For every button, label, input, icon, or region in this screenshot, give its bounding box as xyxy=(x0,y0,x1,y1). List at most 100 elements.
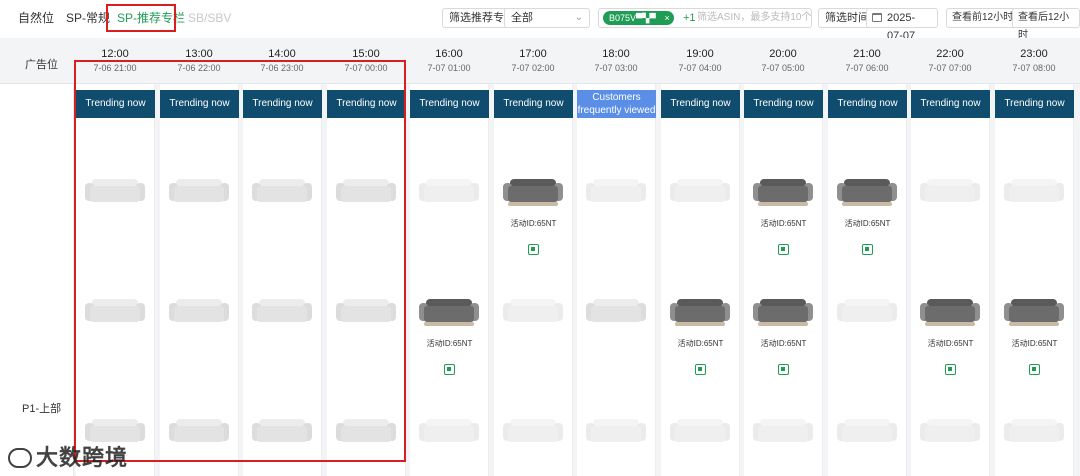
tab-organic[interactable]: 自然位 xyxy=(16,8,56,28)
placement-badge: Trending now xyxy=(744,90,823,118)
asin-placeholder: 筛选ASIN，最多支持10个 xyxy=(697,12,812,23)
product-thumbnail[interactable] xyxy=(919,416,981,450)
product-thumbnail[interactable] xyxy=(251,176,313,210)
product-thumbnail[interactable] xyxy=(669,416,731,450)
product-thumbnail[interactable] xyxy=(335,296,397,330)
product-thumbnail[interactable] xyxy=(669,296,731,330)
product-thumbnail[interactable] xyxy=(251,416,313,450)
asin-chip[interactable]: B075V▀▚▀ × xyxy=(603,11,674,25)
column-date: 7-07 06:00 xyxy=(845,63,889,73)
column-date: 7-07 03:00 xyxy=(594,63,638,73)
time-column: Trending now 活动ID:65NT xyxy=(410,84,489,476)
activity-id-label: 活动ID:65NT xyxy=(677,339,724,348)
product-thumbnail[interactable] xyxy=(752,296,814,330)
product-thumbnail[interactable] xyxy=(418,296,480,330)
tab-sp-regular[interactable]: SP-常规 xyxy=(64,8,112,28)
recommend-select[interactable]: 全部 ⌄ xyxy=(504,8,590,28)
activity-id-label: 活动ID:65NT xyxy=(1011,339,1058,348)
tab-sp-recommended[interactable]: SP-推荐专栏 xyxy=(115,8,187,28)
product-thumbnail[interactable] xyxy=(836,176,898,210)
column-header: 21:00 7-07 06:00 xyxy=(825,38,909,84)
product-thumbnail[interactable] xyxy=(836,296,898,330)
product-thumbnail[interactable] xyxy=(168,416,230,450)
time-column: Trending now xyxy=(243,84,322,476)
product-thumbnail[interactable] xyxy=(1003,176,1065,210)
product-thumbnail[interactable] xyxy=(752,176,814,210)
asin-extra-count: +1 xyxy=(683,12,696,24)
activity-link-icon[interactable] xyxy=(528,244,539,255)
column-date: 7-07 04:00 xyxy=(678,63,722,73)
date-picker[interactable]: 2025-07-07 xyxy=(866,8,938,42)
column-header: 15:00 7-07 00:00 xyxy=(324,38,408,84)
activity-link-icon[interactable] xyxy=(862,244,873,255)
column-header: 23:00 7-07 08:00 xyxy=(992,38,1076,84)
product-thumbnail[interactable] xyxy=(1003,296,1065,330)
column-hour: 13:00 xyxy=(185,48,213,60)
time-column: Trending now 活动ID:65NT xyxy=(661,84,740,476)
activity-link-icon[interactable] xyxy=(778,364,789,375)
product-thumbnail[interactable] xyxy=(919,176,981,210)
product-thumbnail[interactable] xyxy=(919,296,981,330)
next-12h-button[interactable]: 查看后12小时 xyxy=(1012,8,1080,41)
column-hour: 21:00 xyxy=(853,48,881,60)
time-column: Trending now 活动ID:65NT xyxy=(995,84,1074,476)
row-label-column: P1-上部 xyxy=(0,84,74,476)
column-hour: 16:00 xyxy=(435,48,463,60)
product-thumbnail[interactable] xyxy=(335,176,397,210)
activity-id-label: 活动ID:65NT xyxy=(844,219,891,228)
activity-id-label: 活动ID:65NT xyxy=(510,219,557,228)
activity-link-icon[interactable] xyxy=(444,364,455,375)
placement-badge: Trending now xyxy=(243,90,322,118)
time-column: Trending now xyxy=(160,84,239,476)
placement-badge: Trending now xyxy=(160,90,239,118)
product-thumbnail[interactable] xyxy=(251,296,313,330)
placement-badge: Trending now xyxy=(494,90,573,118)
product-thumbnail[interactable] xyxy=(84,296,146,330)
asin-filter-input[interactable]: B075V▀▚▀ × +1 筛选ASIN，最多支持10个 xyxy=(598,8,812,28)
product-thumbnail[interactable] xyxy=(669,176,731,210)
watermark-logo: 大数跨境 xyxy=(8,440,128,472)
column-header: 16:00 7-07 01:00 xyxy=(407,38,491,84)
column-date: 7-07 05:00 xyxy=(761,63,805,73)
product-thumbnail[interactable] xyxy=(335,416,397,450)
product-thumbnail[interactable] xyxy=(418,176,480,210)
column-date: 7-07 01:00 xyxy=(427,63,471,73)
column-hour: 14:00 xyxy=(268,48,296,60)
product-thumbnail[interactable] xyxy=(502,416,564,450)
product-thumbnail[interactable] xyxy=(84,176,146,210)
product-thumbnail[interactable] xyxy=(168,176,230,210)
product-thumbnail[interactable] xyxy=(585,296,647,330)
product-thumbnail[interactable] xyxy=(585,416,647,450)
activity-link-icon[interactable] xyxy=(945,364,956,375)
column-hour: 15:00 xyxy=(352,48,380,60)
activity-link-icon[interactable] xyxy=(1029,364,1040,375)
column-header: 17:00 7-07 02:00 xyxy=(491,38,575,84)
activity-id-label: 活动ID:65NT xyxy=(760,339,807,348)
product-thumbnail[interactable] xyxy=(752,416,814,450)
product-thumbnail[interactable] xyxy=(502,176,564,210)
product-thumbnail[interactable] xyxy=(836,416,898,450)
activity-link-icon[interactable] xyxy=(778,244,789,255)
schedule-grid: 广告位 P1-上部 12:00 7-06 21:00 Trending now 13:… xyxy=(0,38,1080,476)
column-hour: 23:00 xyxy=(1020,48,1048,60)
tab-sb-sbv[interactable]: SB/SBV xyxy=(186,8,233,28)
column-date: 7-07 02:00 xyxy=(511,63,555,73)
product-thumbnail[interactable] xyxy=(168,296,230,330)
column-hour: 19:00 xyxy=(686,48,714,60)
column-hour: 20:00 xyxy=(769,48,797,60)
column-date: 7-07 00:00 xyxy=(344,63,388,73)
column-header: 19:00 7-07 04:00 xyxy=(658,38,742,84)
time-column: Trending now 活动ID:65NT xyxy=(911,84,990,476)
recommend-select-value: 全部 xyxy=(511,12,533,24)
column-header: 14:00 7-06 23:00 xyxy=(240,38,324,84)
prev-12h-button[interactable]: 查看前12小时 xyxy=(946,8,1020,28)
product-thumbnail[interactable] xyxy=(502,296,564,330)
product-thumbnail[interactable] xyxy=(585,176,647,210)
product-thumbnail[interactable] xyxy=(418,416,480,450)
close-icon[interactable]: × xyxy=(664,11,669,25)
time-column: Trending now 活动ID:65NT 活动ID:65NT xyxy=(744,84,823,476)
time-column: Trending now 活动ID:65NT xyxy=(828,84,907,476)
activity-link-icon[interactable] xyxy=(695,364,706,375)
product-thumbnail[interactable] xyxy=(1003,416,1065,450)
placement-badge: Trending now xyxy=(76,90,155,118)
